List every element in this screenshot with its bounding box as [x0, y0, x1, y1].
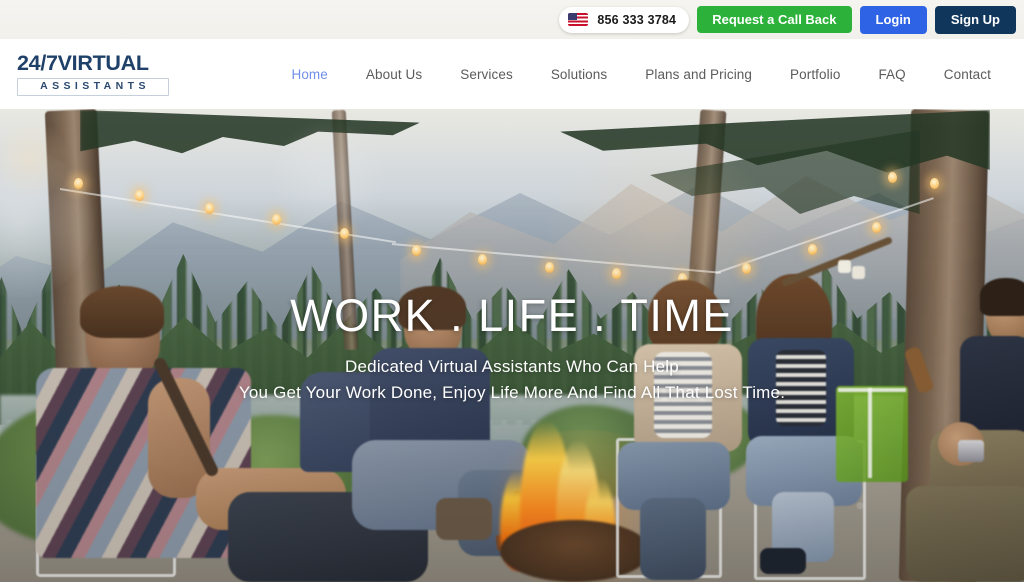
sign-up-button[interactable]: Sign Up — [934, 5, 1016, 34]
nav-item-services[interactable]: Services — [441, 61, 532, 88]
hero-subtitle-line-2: You Get Your Work Done, Enjoy Life More … — [238, 383, 786, 403]
logo-primary-text: 24/7VIRTUAL — [17, 50, 149, 75]
hero-subtitle: Dedicated Virtual Assistants Who Can Hel… — [0, 354, 1024, 407]
hero-subtitle-line-1: Dedicated Virtual Assistants Who Can Hel… — [345, 356, 679, 376]
logo-subtitle-box: ASSISTANTS — [17, 78, 169, 96]
logo-secondary-text: ASSISTANTS — [40, 80, 150, 92]
webpage-root: 856 333 3784 Request a Call Back Login S… — [0, 0, 1024, 582]
hero-text-block: WORK . LIFE . TIME Dedicated Virtual Ass… — [0, 290, 1024, 406]
nav-item-contact[interactable]: Contact — [925, 61, 1010, 88]
us-flag-icon — [568, 13, 589, 26]
phone-contact[interactable]: 856 333 3784 — [559, 6, 690, 33]
phone-number: 856 333 3784 — [597, 12, 677, 27]
top-utility-bar: 856 333 3784 Request a Call Back Login S… — [0, 0, 1024, 39]
nav-item-solutions[interactable]: Solutions — [532, 61, 626, 88]
nav-item-home[interactable]: Home — [272, 61, 346, 88]
hero-title: WORK . LIFE . TIME — [290, 290, 734, 341]
request-call-back-button[interactable]: Request a Call Back — [697, 6, 852, 33]
nav-item-about-us[interactable]: About Us — [347, 61, 441, 88]
main-navigation: Home About Us Services Solutions Plans a… — [272, 61, 1024, 88]
nav-item-portfolio[interactable]: Portfolio — [771, 61, 859, 88]
login-button[interactable]: Login — [859, 5, 927, 34]
nav-item-faq[interactable]: FAQ — [859, 61, 924, 88]
site-logo[interactable]: 24/7VIRTUAL ASSISTANTS — [17, 50, 169, 96]
site-header: 24/7VIRTUAL ASSISTANTS Home About Us Ser… — [0, 39, 1024, 109]
nav-item-plans-and-pricing[interactable]: Plans and Pricing — [626, 61, 771, 88]
